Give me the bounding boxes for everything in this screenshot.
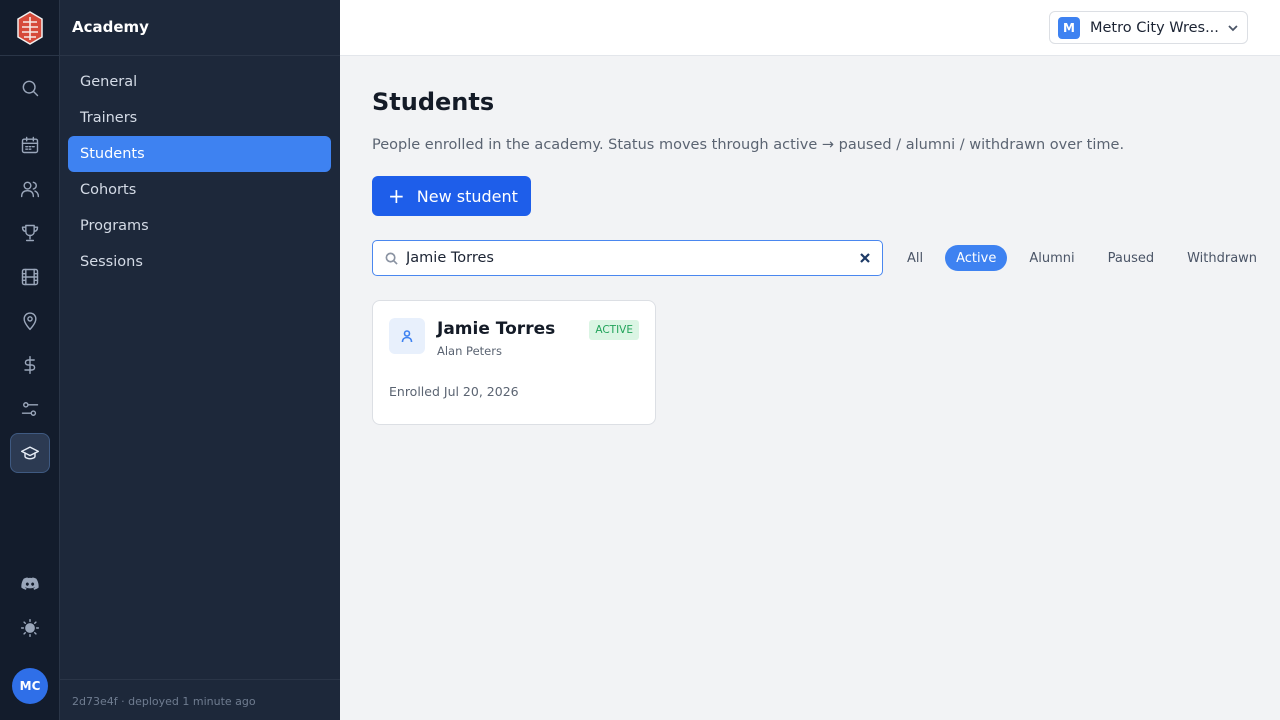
sliders-icon (21, 402, 39, 416)
deploy-status: 2d73e4f · deployed 1 minute ago (72, 695, 256, 708)
rail-discord[interactable] (10, 564, 50, 604)
student-avatar (389, 318, 425, 354)
filter-all[interactable]: All (896, 245, 934, 271)
academy-subnav: Academy General Trainers Students Cohort… (60, 0, 340, 720)
student-card[interactable]: Jamie Torres Alan Peters ACTIVE Enrolled… (372, 300, 656, 425)
student-name: Jamie Torres (437, 319, 556, 339)
film-icon (21, 268, 39, 286)
nav-item-label: Cohorts (80, 182, 137, 198)
users-icon (20, 181, 40, 198)
sun-icon (20, 618, 40, 638)
subnav-divider (60, 55, 340, 56)
rail-calendar[interactable] (10, 125, 50, 165)
status-badge: ACTIVE (589, 320, 639, 340)
rail-academy[interactable] (10, 433, 50, 473)
nav-item-label: Trainers (80, 110, 138, 126)
subnav-title: Academy (72, 18, 149, 36)
org-name: Metro City Wres... (1090, 19, 1219, 36)
status-filters: All Active Alumni Paused Withdrawn (896, 245, 1279, 271)
student-trainer: Alan Peters (437, 344, 502, 358)
rail-trophy[interactable] (10, 213, 50, 253)
search-icon (22, 80, 39, 97)
chevron-down-icon (1228, 24, 1238, 31)
org-badge: M (1058, 16, 1080, 39)
map-pin-icon (23, 312, 37, 331)
dollar-icon (24, 355, 36, 375)
subnav-footer-divider (60, 679, 340, 680)
search-field[interactable] (372, 240, 883, 276)
org-switcher[interactable]: M Metro City Wres... (1049, 11, 1248, 44)
rail-film[interactable] (10, 257, 50, 297)
rail-finance[interactable] (10, 345, 50, 385)
nav-item-general[interactable]: General (68, 64, 331, 100)
page-description: People enrolled in the academy. Status m… (372, 137, 1125, 153)
calendar-icon (21, 136, 39, 154)
deploy-time: · deployed 1 minute ago (121, 695, 256, 708)
user-icon (401, 330, 413, 343)
filter-alumni[interactable]: Alumni (1018, 245, 1085, 271)
nav-item-label: Programs (80, 218, 149, 234)
trophy-icon (21, 224, 39, 242)
nav-item-students[interactable]: Students (68, 136, 331, 172)
clear-search-icon[interactable] (858, 251, 872, 265)
search-icon (385, 252, 398, 265)
nav-item-cohorts[interactable]: Cohorts (68, 172, 331, 208)
rail-locations[interactable] (10, 301, 50, 341)
graduation-cap-icon (20, 446, 40, 460)
plus-icon: + (388, 184, 405, 208)
icon-rail: MC (0, 0, 60, 720)
nav-item-label: Sessions (80, 254, 143, 270)
search-input[interactable] (406, 250, 846, 266)
rail-people[interactable] (10, 169, 50, 209)
filter-withdrawn[interactable]: Withdrawn (1176, 245, 1268, 271)
new-student-button[interactable]: + New student (372, 176, 531, 216)
commit-hash: 2d73e4f (72, 695, 118, 708)
rail-theme-toggle[interactable] (10, 608, 50, 648)
discord-icon (21, 577, 39, 590)
rail-search[interactable] (10, 68, 50, 108)
user-avatar[interactable]: MC (12, 668, 48, 704)
filter-paused[interactable]: Paused (1097, 245, 1165, 271)
rail-divider (0, 55, 60, 56)
filter-active[interactable]: Active (945, 245, 1008, 271)
app-logo-icon[interactable] (16, 11, 44, 45)
nav-item-label: Students (80, 146, 145, 162)
page-title: Students (372, 88, 495, 116)
new-student-label: New student (416, 186, 518, 206)
nav-item-sessions[interactable]: Sessions (68, 244, 331, 280)
enrolled-date: Enrolled Jul 20, 2026 (389, 384, 519, 399)
nav-item-programs[interactable]: Programs (68, 208, 331, 244)
rail-settings-sliders[interactable] (10, 389, 50, 429)
nav-item-trainers[interactable]: Trainers (68, 100, 331, 136)
top-bar: M Metro City Wres... (340, 0, 1280, 56)
nav-item-label: General (80, 74, 138, 90)
